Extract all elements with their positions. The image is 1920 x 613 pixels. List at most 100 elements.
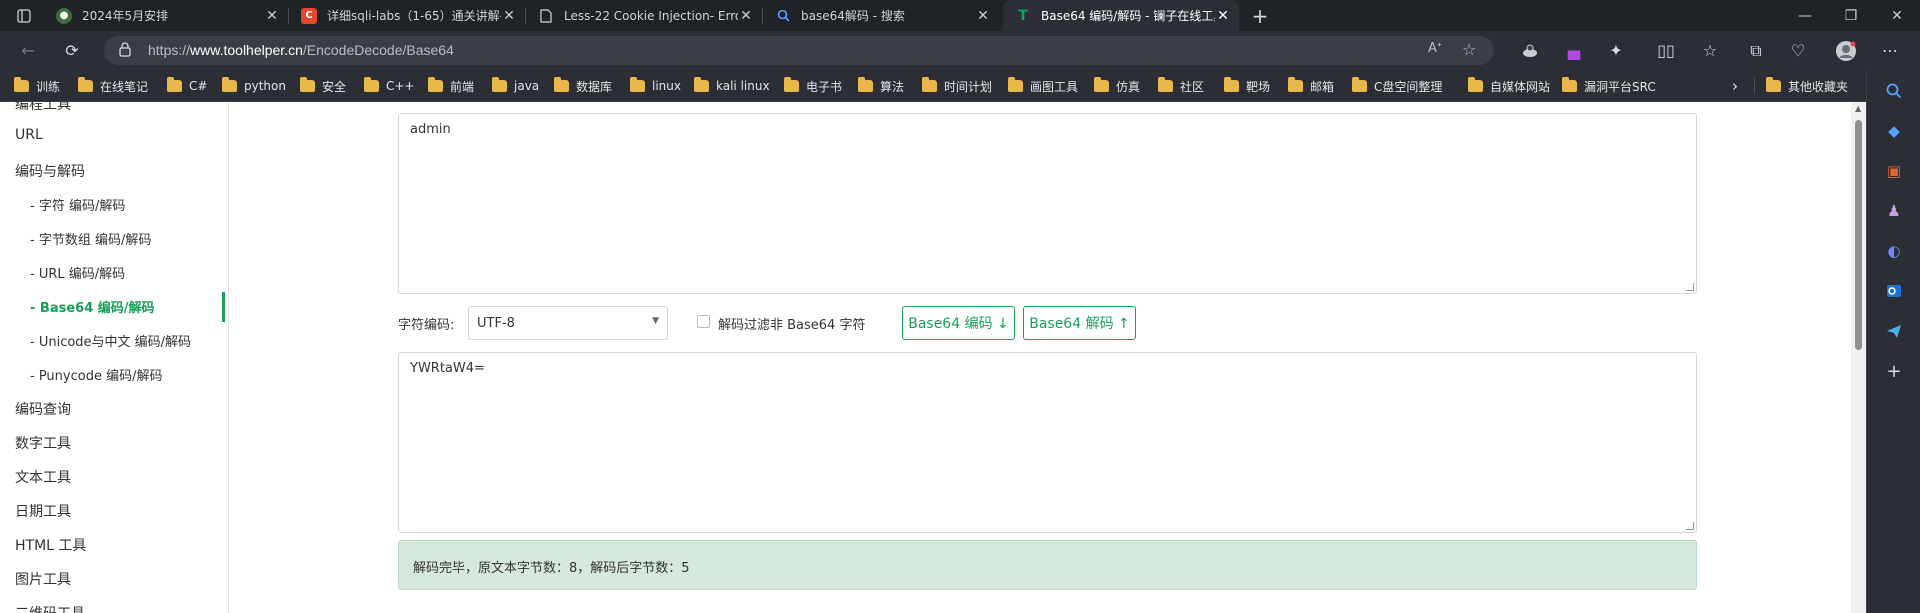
address-bar[interactable]: https://www.toolhelper.cn/EncodeDecode/B… xyxy=(104,36,1494,65)
collections-icon[interactable]: ⧉ xyxy=(1738,31,1774,70)
tab-3[interactable]: Less-22 Cookie Injection- Error B ✕ xyxy=(526,0,762,31)
nav-sub-url[interactable]: - URL 编码/解码 xyxy=(30,263,125,282)
close-icon[interactable]: ✕ xyxy=(975,8,991,24)
bookmark-folder[interactable]: java xyxy=(492,70,539,102)
sidebar-people-icon[interactable]: ♟ xyxy=(1884,201,1904,221)
nav-item-date-tools[interactable]: 日期工具 xyxy=(15,501,71,521)
nav-item-encoding-lookup[interactable]: 编码查询 xyxy=(15,399,71,419)
nav-item-encode-decode[interactable]: 编码与解码 xyxy=(15,161,85,181)
sidebar-copilot-icon[interactable]: ◐ xyxy=(1884,241,1904,261)
bookmark-folder[interactable]: 在线笔记 xyxy=(78,70,148,102)
bookmark-folder[interactable]: 社区 xyxy=(1158,70,1204,102)
sidebar-send-icon[interactable] xyxy=(1884,321,1904,341)
tab-4[interactable]: base64解码 - 搜索 ✕ xyxy=(763,0,999,31)
bookmark-folder[interactable]: 时间计划 xyxy=(922,70,992,102)
nav-sub-unicode[interactable]: - Unicode与中文 编码/解码 xyxy=(30,331,191,350)
nav-sub-base64[interactable]: - Base64 编码/解码 xyxy=(30,297,155,316)
bookmark-folder[interactable]: 仿真 xyxy=(1094,70,1140,102)
bookmark-folder[interactable]: 算法 xyxy=(858,70,904,102)
bookmark-folder[interactable]: 靶场 xyxy=(1224,70,1270,102)
charset-select[interactable]: UTF-8 ▼ xyxy=(468,306,668,340)
scrollbar-thumb[interactable] xyxy=(1855,120,1862,350)
folder-icon xyxy=(858,77,873,92)
page-scrollbar[interactable]: ▲ xyxy=(1851,102,1866,613)
sidebar-outlook-icon[interactable] xyxy=(1884,281,1904,301)
folder-icon xyxy=(1352,77,1367,92)
nav-item-number-tools[interactable]: 数字工具 xyxy=(15,433,71,453)
other-bookmarks-folder[interactable]: 其他收藏夹 xyxy=(1766,70,1848,102)
bookmark-folder[interactable]: linux xyxy=(630,70,681,102)
sidebar-tools-icon[interactable]: ▣ xyxy=(1884,161,1904,181)
output-textarea[interactable]: YWRtaW4= xyxy=(398,352,1697,533)
tab-actions-icon[interactable] xyxy=(6,0,42,35)
restore-icon[interactable]: ❐ xyxy=(1828,0,1874,31)
nav-item-image-tools[interactable]: 图片工具 xyxy=(15,569,71,589)
tab-1[interactable]: ● 2024年5月安排 ✕ xyxy=(44,0,288,31)
sidebar-shopping-tag-icon[interactable]: ◆ xyxy=(1884,121,1904,141)
url-text[interactable]: https://www.toolhelper.cn/EncodeDecode/B… xyxy=(148,42,454,58)
nav-item-partial[interactable]: 编程工具 xyxy=(15,102,71,114)
profile-avatar-icon[interactable] xyxy=(1828,31,1864,70)
bookmark-separator xyxy=(1754,78,1755,94)
resize-handle[interactable] xyxy=(1686,522,1694,530)
bookmark-folder[interactable]: kali linux xyxy=(694,70,770,102)
extension-pirate-icon[interactable] xyxy=(1512,31,1548,70)
lock-icon[interactable] xyxy=(118,41,132,61)
search-icon xyxy=(775,8,791,24)
nav-sub-bytes[interactable]: - 字节数组 编码/解码 xyxy=(30,229,151,248)
tab-1-title: 2024年5月安排 xyxy=(82,9,169,23)
folder-icon xyxy=(1288,77,1303,92)
close-icon[interactable]: ✕ xyxy=(264,8,280,24)
folder-icon xyxy=(1562,77,1577,92)
bookmark-folder[interactable]: C盘空间整理 xyxy=(1352,70,1442,102)
close-icon[interactable]: ✕ xyxy=(501,8,517,24)
nav-sub-punycode[interactable]: - Punycode 编码/解码 xyxy=(30,365,162,384)
input-textarea[interactable]: admin xyxy=(398,113,1697,294)
favorites-icon[interactable]: ☆ xyxy=(1692,31,1728,70)
nav-item-url[interactable]: URL xyxy=(15,127,43,143)
new-tab-icon[interactable]: + xyxy=(1242,0,1278,35)
nav-item-qrcode-tools[interactable]: 二维码工具 xyxy=(15,603,85,613)
close-icon[interactable]: ✕ xyxy=(1215,8,1231,24)
close-icon[interactable]: ✕ xyxy=(738,8,754,24)
resize-handle[interactable] xyxy=(1686,283,1694,291)
back-icon[interactable]: ← xyxy=(10,31,46,70)
bookmark-folder[interactable]: 漏洞平台SRC xyxy=(1562,70,1656,102)
filter-checkbox[interactable] xyxy=(697,315,710,328)
bookmark-folder[interactable]: C++ xyxy=(364,70,415,102)
read-aloud-icon[interactable]: Aᐩ xyxy=(1428,41,1442,56)
scroll-up-icon[interactable]: ▲ xyxy=(1855,104,1861,113)
sidebar-add-icon[interactable]: + xyxy=(1884,361,1904,382)
bookmark-folder[interactable]: 训练 xyxy=(14,70,60,102)
minimize-icon[interactable]: — xyxy=(1782,0,1828,31)
refresh-icon[interactable]: ⟳ xyxy=(54,31,90,70)
sidebar-search-icon[interactable] xyxy=(1884,81,1904,101)
tab-3-title: Less-22 Cookie Injection- Error B xyxy=(564,8,738,23)
bookmark-folder[interactable]: C# xyxy=(167,70,207,102)
status-message: 解码完毕，原文本字节数：8，解码后字节数：5 xyxy=(398,540,1697,590)
split-screen-icon[interactable]: ▯▯ xyxy=(1648,31,1684,70)
nav-sub-char[interactable]: - 字符 编码/解码 xyxy=(30,195,125,214)
bookmark-folder[interactable]: 数据库 xyxy=(554,70,612,102)
bookmark-folder[interactable]: 自媒体网站 xyxy=(1468,70,1550,102)
nav-item-html-tools[interactable]: HTML 工具 xyxy=(15,535,86,555)
extensions-icon[interactable]: ✦ xyxy=(1598,31,1634,70)
bookmark-folder[interactable]: 前端 xyxy=(428,70,474,102)
bookmark-folder[interactable]: 邮箱 xyxy=(1288,70,1334,102)
tab-5-active[interactable]: T Base64 编码/解码 - 镧子在线工具 ✕ xyxy=(1003,0,1239,31)
base64-decode-button[interactable]: Base64 解码 ↑ xyxy=(1023,306,1136,340)
nav-item-text-tools[interactable]: 文本工具 xyxy=(15,467,71,487)
base64-encode-button[interactable]: Base64 编码 ↓ xyxy=(902,306,1015,340)
bookmark-folder[interactable]: 画图工具 xyxy=(1008,70,1078,102)
more-menu-icon[interactable]: ⋯ xyxy=(1872,31,1908,70)
extension-purple-icon[interactable]: ▄ xyxy=(1556,31,1592,70)
window-close-icon[interactable]: ✕ xyxy=(1874,0,1920,31)
bookmark-folder[interactable]: 电子书 xyxy=(784,70,842,102)
filter-label: 解码过滤非 Base64 字符 xyxy=(718,318,866,333)
tab-2[interactable]: C 详细sqli-labs（1-65）通关讲解- ✕ xyxy=(289,0,525,31)
bookmarks-overflow-chevron-icon[interactable]: › xyxy=(1732,70,1738,102)
browser-essentials-icon[interactable]: ♡ xyxy=(1780,31,1816,70)
bookmark-folder[interactable]: 安全 xyxy=(300,70,346,102)
bookmark-folder[interactable]: python xyxy=(222,70,286,102)
favorite-star-icon[interactable]: ☆ xyxy=(1462,40,1476,59)
